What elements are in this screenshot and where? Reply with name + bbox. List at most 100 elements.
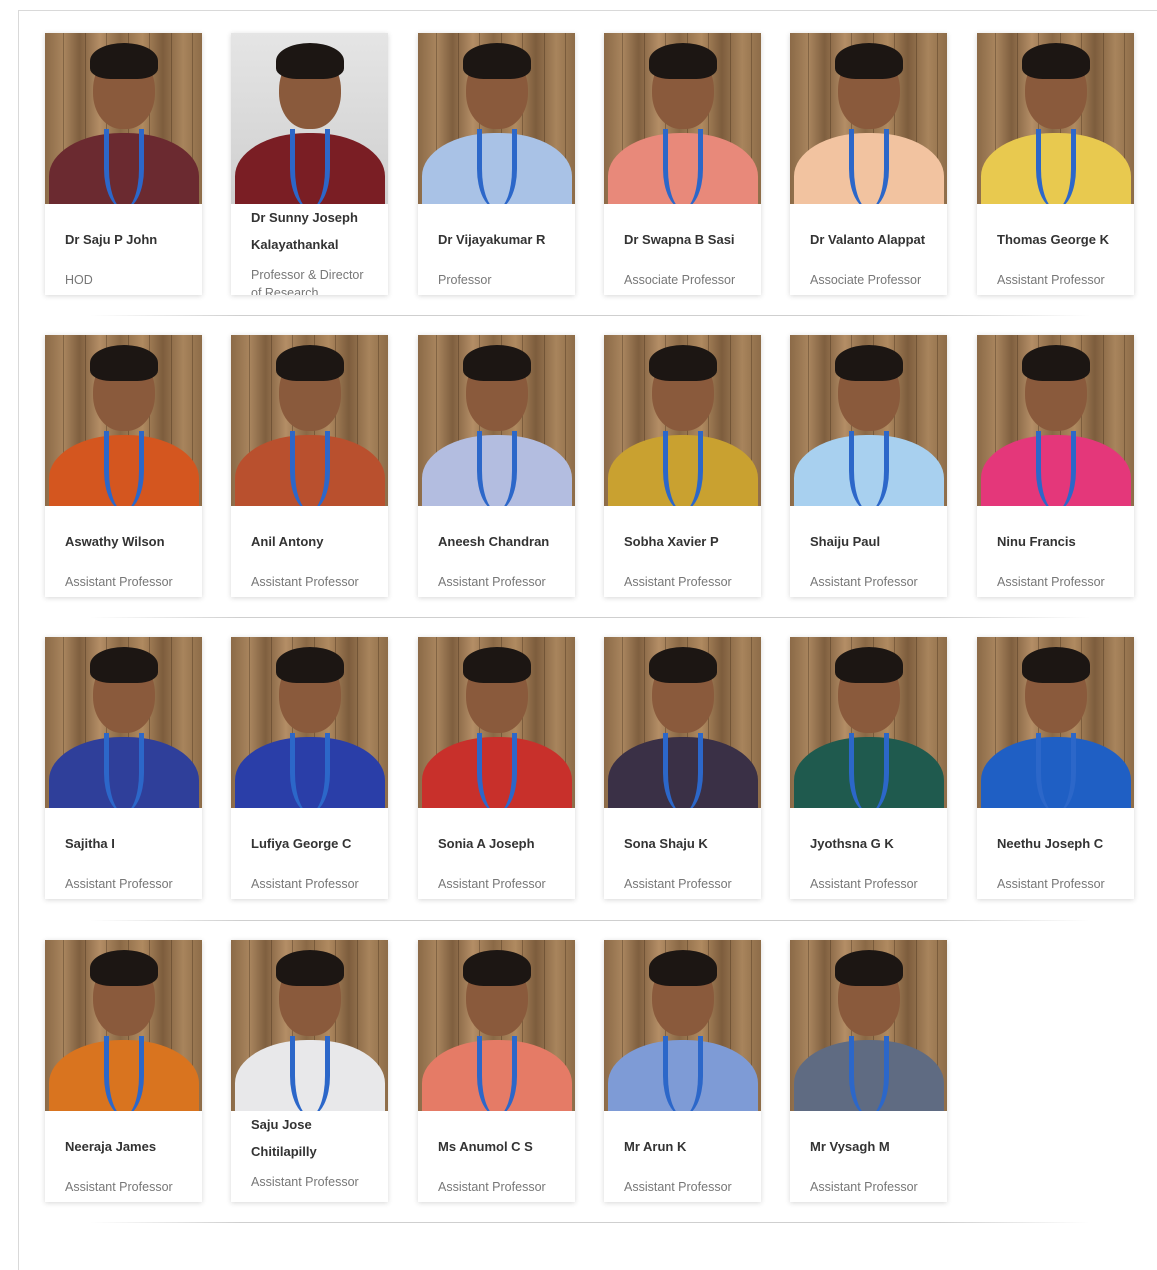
faculty-card[interactable]: Dr Sunny Joseph Kalayathankal Professor &… <box>231 33 388 295</box>
faculty-name: Aswathy Wilson <box>65 534 165 549</box>
faculty-name: Thomas George K <box>997 232 1109 247</box>
faculty-card[interactable]: Sonia A Joseph Assistant Professor <box>418 637 575 899</box>
faculty-card[interactable]: Neeraja James Assistant Professor <box>45 940 202 1202</box>
faculty-name: Jyothsna G K <box>810 836 894 851</box>
faculty-card[interactable]: Shaiju Paul Assistant Professor <box>790 335 947 597</box>
faculty-photo <box>45 637 202 808</box>
faculty-card[interactable]: Dr Valanto Alappat Associate Professor <box>790 33 947 295</box>
faculty-name: Sajitha I <box>65 836 115 851</box>
faculty-role: Assistant Professor <box>624 575 732 589</box>
faculty-photo <box>231 940 388 1111</box>
faculty-card[interactable]: Sajitha I Assistant Professor <box>45 637 202 899</box>
faculty-role: Assistant Professor <box>438 877 546 891</box>
faculty-photo <box>604 637 761 808</box>
faculty-role: Assistant Professor <box>65 575 173 589</box>
faculty-name: Sona Shaju K <box>624 836 708 851</box>
faculty-photo <box>604 940 761 1111</box>
faculty-role: Assistant Professor <box>438 1180 546 1194</box>
faculty-name: Ms Anumol C S <box>438 1139 533 1154</box>
faculty-name: Dr Saju P John <box>65 232 158 247</box>
row-divider <box>90 1222 1090 1223</box>
faculty-name: Neeraja James <box>65 1139 157 1154</box>
faculty-name: Anil Antony <box>251 534 324 549</box>
faculty-name: Sonia A Joseph <box>438 836 535 851</box>
faculty-photo <box>977 335 1134 506</box>
faculty-card[interactable]: Aneesh Chandran Assistant Professor <box>418 335 575 597</box>
faculty-photo <box>45 335 202 506</box>
faculty-role: Assistant Professor <box>997 877 1105 891</box>
faculty-card[interactable]: Jyothsna G K Assistant Professor <box>790 637 947 899</box>
faculty-card[interactable]: Aswathy Wilson Assistant Professor <box>45 335 202 597</box>
faculty-photo <box>231 33 388 204</box>
faculty-name: Mr Vysagh M <box>810 1139 890 1154</box>
row-divider <box>90 617 1090 618</box>
faculty-photo <box>418 335 575 506</box>
faculty-photo <box>790 637 947 808</box>
faculty-photo <box>45 33 202 204</box>
faculty-photo <box>977 33 1134 204</box>
faculty-card[interactable]: Saju Jose Chitilapilly Assistant Professo… <box>231 940 388 1202</box>
faculty-role: Associate Professor <box>810 273 922 287</box>
faculty-role: Assistant Professor <box>810 575 918 589</box>
faculty-card[interactable]: Lufiya George C Assistant Professor <box>231 637 388 899</box>
faculty-name: Shaiju Paul <box>810 534 881 549</box>
faculty-card[interactable]: Mr Arun K Assistant Professor <box>604 940 761 1202</box>
faculty-role: Assistant Professor <box>438 575 546 589</box>
faculty-photo <box>418 940 575 1111</box>
faculty-photo <box>45 940 202 1111</box>
faculty-name: Dr Valanto Alappat <box>810 232 926 247</box>
faculty-role: Assistant Professor <box>65 1180 173 1194</box>
faculty-role: Assistant Professor <box>251 575 359 589</box>
faculty-card[interactable]: Neethu Joseph C Assistant Professor <box>977 637 1134 899</box>
faculty-row: Dr Saju P John HOD Dr Sunny Joseph Kalayat… <box>45 33 1135 295</box>
faculty-role: Professor <box>438 273 492 287</box>
faculty-name: Saju Jose Chitilapilly <box>251 1117 317 1159</box>
faculty-role: Assistant Professor <box>251 1175 359 1189</box>
faculty-row: Neeraja James Assistant Professor Saju Jos… <box>45 940 1135 1202</box>
faculty-role: Assistant Professor <box>624 877 732 891</box>
faculty-photo <box>231 637 388 808</box>
faculty-role: HOD <box>65 273 93 287</box>
faculty-name: Dr Sunny Joseph Kalayathankal <box>251 210 358 252</box>
faculty-name: Dr Vijayakumar R <box>438 232 546 247</box>
faculty-role: Assistant Professor <box>810 1180 918 1194</box>
faculty-role: Associate Professor <box>624 273 736 287</box>
faculty-name: Aneesh Chandran <box>438 534 550 549</box>
faculty-photo <box>790 940 947 1111</box>
faculty-card[interactable]: Anil Antony Assistant Professor <box>231 335 388 597</box>
faculty-card[interactable]: Dr Vijayakumar R Professor <box>418 33 575 295</box>
faculty-role: Professor & Director of Research <box>251 268 364 295</box>
faculty-photo <box>790 335 947 506</box>
faculty-card[interactable]: Sobha Xavier P Assistant Professor <box>604 335 761 597</box>
faculty-name: Ninu Francis <box>997 534 1076 549</box>
faculty-name: Neethu Joseph C <box>997 836 1104 851</box>
row-divider <box>90 315 1090 316</box>
faculty-name: Mr Arun K <box>624 1139 687 1154</box>
faculty-card[interactable]: Mr Vysagh M Assistant Professor <box>790 940 947 1202</box>
faculty-photo <box>790 33 947 204</box>
faculty-card[interactable]: Ninu Francis Assistant Professor <box>977 335 1134 597</box>
faculty-photo <box>604 335 761 506</box>
faculty-role: Assistant Professor <box>251 877 359 891</box>
faculty-row: Aswathy Wilson Assistant Professor Anil An… <box>45 335 1135 597</box>
faculty-photo <box>231 335 388 506</box>
faculty-role: Assistant Professor <box>997 575 1105 589</box>
faculty-card[interactable]: Thomas George K Assistant Professor <box>977 33 1134 295</box>
faculty-photo <box>418 33 575 204</box>
faculty-photo <box>418 637 575 808</box>
row-divider <box>90 920 1090 921</box>
faculty-photo <box>604 33 761 204</box>
faculty-name: Lufiya George C <box>251 836 352 851</box>
faculty-name: Sobha Xavier P <box>624 534 719 549</box>
faculty-row: Sajitha I Assistant Professor Lufiya Georg… <box>45 637 1135 899</box>
faculty-role: Assistant Professor <box>997 273 1105 287</box>
faculty-role: Assistant Professor <box>624 1180 732 1194</box>
faculty-card[interactable]: Ms Anumol C S Assistant Professor <box>418 940 575 1202</box>
faculty-photo <box>977 637 1134 808</box>
faculty-name: Dr Swapna B Sasi <box>624 232 735 247</box>
faculty-card[interactable]: Dr Swapna B Sasi Associate Professor <box>604 33 761 295</box>
faculty-card[interactable]: Dr Saju P John HOD <box>45 33 202 295</box>
faculty-card[interactable]: Sona Shaju K Assistant Professor <box>604 637 761 899</box>
faculty-role: Assistant Professor <box>810 877 918 891</box>
faculty-role: Assistant Professor <box>65 877 173 891</box>
